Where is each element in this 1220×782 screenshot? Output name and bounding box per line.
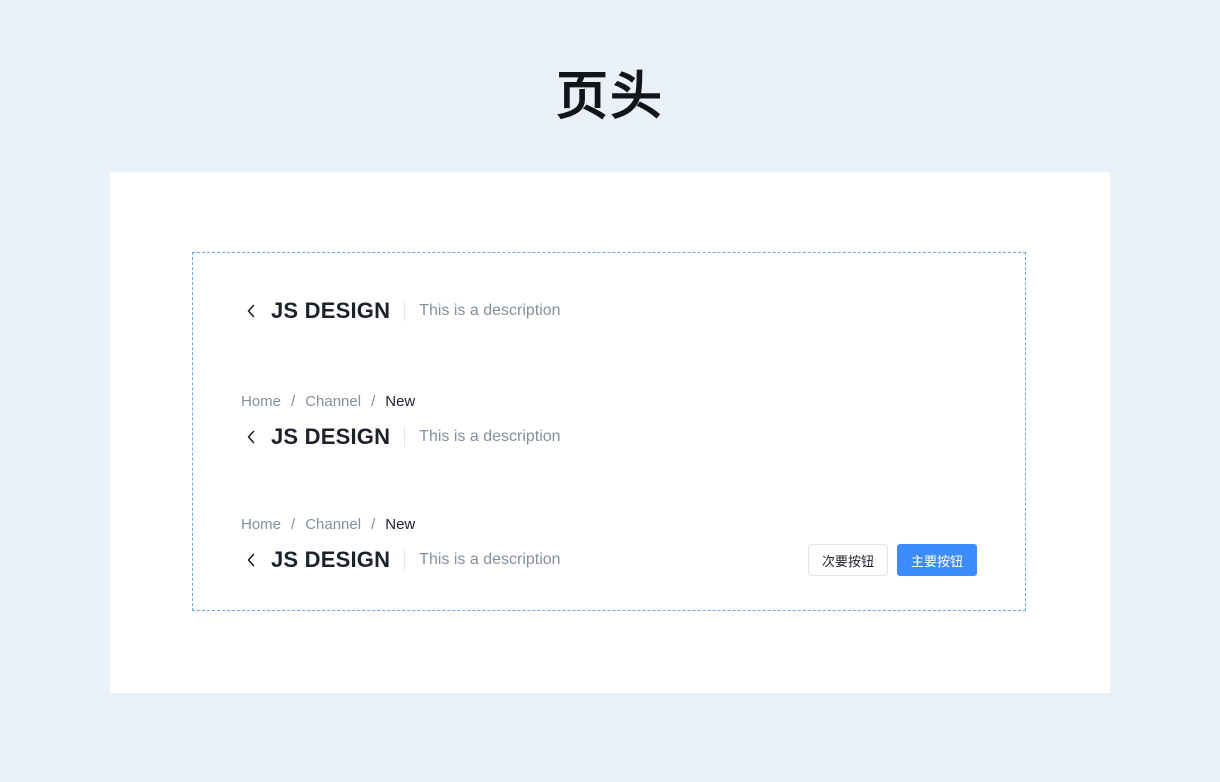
page-header-with-breadcrumb: Home / Channel / New JS DESIGN This is a… <box>241 390 977 454</box>
page-header-title: JS DESIGN <box>271 424 391 449</box>
page-title: 页头 <box>555 67 664 127</box>
component-frame: JS DESIGN This is a description Home / C… <box>192 252 1026 611</box>
breadcrumb-item-home[interactable]: Home <box>241 516 281 533</box>
primary-button[interactable]: 主要按钮 <box>897 544 977 576</box>
title-divider <box>404 427 406 447</box>
back-button[interactable] <box>243 303 259 319</box>
breadcrumb: Home / Channel / New <box>241 513 977 535</box>
page-header-with-actions: Home / Channel / New JS DESIGN This is a… <box>241 513 977 577</box>
breadcrumb-item-channel[interactable]: Channel <box>305 516 361 533</box>
page-header-basic: JS DESIGN This is a description <box>241 294 977 328</box>
page-header-title-row: JS DESIGN This is a description 次要按钮 主要按… <box>241 543 977 577</box>
breadcrumb-item-new: New <box>385 515 416 533</box>
secondary-button[interactable]: 次要按钮 <box>808 544 888 576</box>
breadcrumb-item-new: New <box>385 392 416 410</box>
breadcrumb-separator: / <box>371 392 376 410</box>
chevron-left-icon <box>247 304 255 318</box>
page-header-title-row: JS DESIGN This is a description <box>241 294 977 328</box>
title-divider <box>404 301 406 321</box>
page-header-title-row: JS DESIGN This is a description <box>241 420 977 454</box>
page-header-actions: 次要按钮 主要按钮 <box>808 544 977 576</box>
page-header-description: This is a description <box>419 428 561 445</box>
breadcrumb: Home / Channel / New <box>241 390 977 412</box>
page-header-title: JS DESIGN <box>271 547 391 572</box>
demo-card: JS DESIGN This is a description Home / C… <box>110 172 1110 693</box>
breadcrumb-separator: / <box>291 515 296 533</box>
back-button[interactable] <box>243 429 259 445</box>
title-divider <box>404 550 406 570</box>
breadcrumb-item-home[interactable]: Home <box>241 393 281 410</box>
page-header-description: This is a description <box>419 302 561 319</box>
page-header-title: JS DESIGN <box>271 298 391 323</box>
back-button[interactable] <box>243 552 259 568</box>
breadcrumb-separator: / <box>371 515 376 533</box>
breadcrumb-separator: / <box>291 392 296 410</box>
breadcrumb-item-channel[interactable]: Channel <box>305 393 361 410</box>
chevron-left-icon <box>247 553 255 567</box>
page-header-description: This is a description <box>419 551 561 568</box>
chevron-left-icon <box>247 430 255 444</box>
